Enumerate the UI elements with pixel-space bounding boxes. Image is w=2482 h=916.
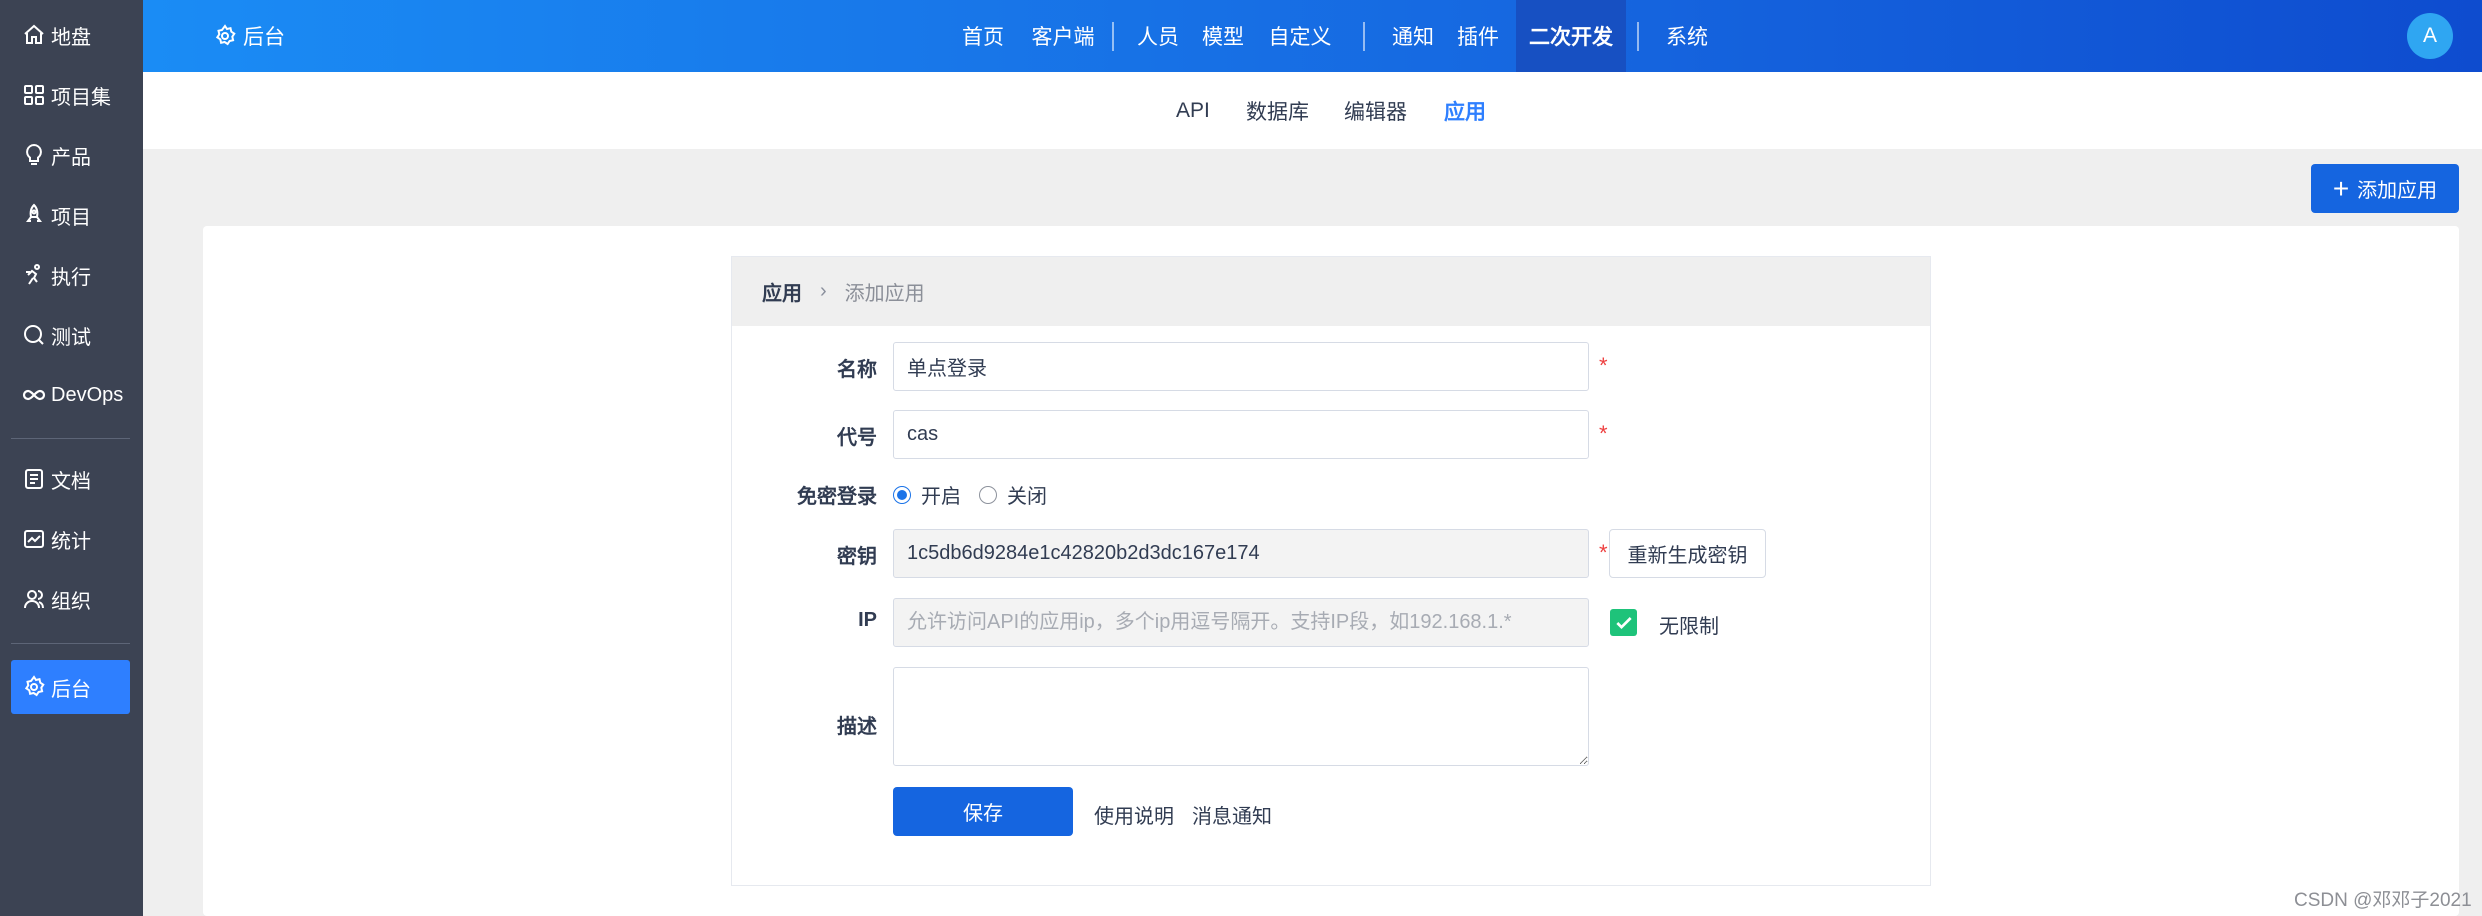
infinity-icon <box>21 382 47 408</box>
unlimited-checkbox[interactable] <box>1610 609 1637 636</box>
sidebar-item-admin[interactable]: 后台 <box>11 660 130 714</box>
ip-label: IP <box>858 609 877 631</box>
sidebar-item-label: 产品 <box>51 146 91 169</box>
check-icon <box>1615 616 1632 629</box>
sidebar-item-docs[interactable]: 文档 <box>11 452 130 506</box>
sidebar-item-stats[interactable]: 统计 <box>11 512 130 566</box>
login-disable-radio[interactable] <box>979 485 997 504</box>
sidebar-item-test[interactable]: 测试 <box>11 308 130 362</box>
avatar[interactable]: A <box>2407 13 2453 59</box>
name-field[interactable] <box>893 342 1589 391</box>
breadcrumb-apps[interactable]: 应用 <box>762 277 802 306</box>
nav-plugins[interactable]: 插件 <box>1448 0 1508 72</box>
description-label: 描述 <box>837 716 877 738</box>
regenerate-key-button[interactable]: 重新生成密钥 <box>1609 529 1766 578</box>
sidebar-item-programs[interactable]: 项目集 <box>11 68 130 122</box>
sidebar-item-label: 文档 <box>51 470 91 493</box>
sidebar-item-project[interactable]: 项目 <box>11 188 130 242</box>
subnav-database[interactable]: 数据库 <box>1246 72 1309 149</box>
sidebar: 地盘 项目集 产品 项目 执行 测试 DevOps 文档 统计 组织 后台 <box>0 0 143 916</box>
nav-custom[interactable]: 自定义 <box>1258 0 1342 72</box>
sidebar-item-label: 项目集 <box>51 86 111 109</box>
app-title-label: 后台 <box>243 26 285 49</box>
passwordless-login-label: 免密登录 <box>797 486 877 508</box>
add-app-button[interactable]: + 添加应用 <box>2311 164 2459 213</box>
code-field[interactable] <box>893 410 1589 459</box>
subnav-api[interactable]: API <box>1176 72 1210 149</box>
sidebar-item-execution[interactable]: 执行 <box>11 248 130 302</box>
sidebar-item-product[interactable]: 产品 <box>11 128 130 182</box>
message-notify-link[interactable]: 消息通知 <box>1192 800 1272 829</box>
document-icon <box>21 466 47 492</box>
chart-icon <box>21 526 47 552</box>
key-field[interactable] <box>893 529 1589 578</box>
subnav-editor[interactable]: 编辑器 <box>1344 72 1407 149</box>
lightbulb-icon <box>21 142 47 168</box>
home-icon <box>21 22 47 48</box>
users-icon <box>21 586 47 612</box>
breadcrumb: 应用 › 添加应用 <box>732 257 1930 326</box>
nav-client[interactable]: 客户端 <box>1019 0 1107 72</box>
nav-separator <box>1112 22 1114 51</box>
key-label: 密钥 <box>837 546 877 568</box>
required-mark: * <box>1599 540 1608 565</box>
required-mark: * <box>1599 421 1608 446</box>
unlimited-label[interactable]: 无限制 <box>1659 610 1719 639</box>
plus-icon: + <box>2332 172 2350 204</box>
rocket-icon <box>21 202 47 228</box>
name-label: 名称 <box>837 359 877 381</box>
breadcrumb-current: 添加应用 <box>844 283 925 305</box>
sidebar-divider <box>11 643 130 644</box>
usage-help-link[interactable]: 使用说明 <box>1094 800 1174 829</box>
nav-home[interactable]: 首页 <box>950 0 1016 72</box>
nav-system[interactable]: 系统 <box>1655 0 1719 72</box>
main-panel: 应用 › 添加应用 名称 * 代号 * 免密登录 开启 关闭 密钥 * 重新生成… <box>203 226 2459 916</box>
run-icon <box>21 262 47 288</box>
nav-notify[interactable]: 通知 <box>1383 0 1443 72</box>
sidebar-item-devops[interactable]: DevOps <box>11 368 130 422</box>
chevron-right-icon: › <box>820 280 827 302</box>
required-mark: * <box>1599 353 1608 378</box>
watermark: CSDN @邓邓子2021 <box>2294 890 2472 911</box>
sidebar-item-label: 项目 <box>51 206 91 229</box>
description-field[interactable] <box>893 667 1589 766</box>
passwordless-login-radio-group: 开启 关闭 <box>893 480 1065 509</box>
gear-icon <box>21 674 47 700</box>
top-header: 后台 首页 客户端 人员 模型 自定义 通知 插件 二次开发 系统 A <box>143 0 2482 72</box>
gear-icon <box>215 24 236 46</box>
sidebar-item-label: 统计 <box>51 530 91 553</box>
app-title[interactable]: 后台 <box>213 0 285 72</box>
nav-people[interactable]: 人员 <box>1128 0 1188 72</box>
save-button[interactable]: 保存 <box>893 787 1073 836</box>
login-enable-label[interactable]: 开启 <box>921 480 961 509</box>
sidebar-item-label: 组织 <box>51 590 91 613</box>
sidebar-item-label: 执行 <box>51 266 91 289</box>
sidebar-divider <box>11 438 130 439</box>
sidebar-item-label: 测试 <box>51 326 91 349</box>
sidebar-item-org[interactable]: 组织 <box>11 572 130 626</box>
nav-separator <box>1363 22 1365 51</box>
grid-icon <box>21 82 47 108</box>
subnav-apps[interactable]: 应用 <box>1444 72 1486 149</box>
nav-separator <box>1637 22 1639 51</box>
sub-navigation: API 数据库 编辑器 应用 <box>143 72 2482 149</box>
add-app-form: 应用 › 添加应用 名称 * 代号 * 免密登录 开启 关闭 密钥 * 重新生成… <box>731 256 1931 886</box>
login-disable-label[interactable]: 关闭 <box>1007 480 1047 509</box>
sidebar-item-label: DevOps <box>51 383 124 406</box>
sidebar-item-label: 地盘 <box>51 26 91 49</box>
nav-secondary-dev[interactable]: 二次开发 <box>1516 0 1626 72</box>
sidebar-item-label: 后台 <box>51 678 91 701</box>
search-icon <box>21 322 47 348</box>
login-enable-radio[interactable] <box>893 485 911 504</box>
code-label: 代号 <box>837 427 877 449</box>
add-app-label: 添加应用 <box>2357 180 2438 202</box>
sidebar-item-dashboard[interactable]: 地盘 <box>11 8 130 62</box>
nav-model[interactable]: 模型 <box>1193 0 1253 72</box>
ip-field[interactable] <box>893 598 1589 647</box>
